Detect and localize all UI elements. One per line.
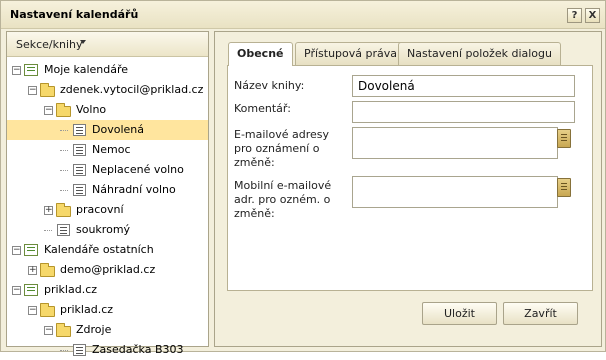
calendar-tree: − Moje kalendáře − zdenek.vytocil@priklad.c… bbox=[7, 57, 208, 356]
address-book-icon[interactable] bbox=[557, 129, 571, 148]
close-window-button[interactable]: X bbox=[585, 8, 600, 23]
title-bar: Nastavení kalendářů ? X bbox=[1, 1, 605, 29]
tree-node[interactable]: − priklad.cz bbox=[7, 280, 208, 300]
tree-node[interactable]: − Volno bbox=[7, 100, 208, 120]
tab-access-rights[interactable]: Přístupová práva bbox=[295, 42, 406, 65]
tree-node[interactable]: − priklad.cz bbox=[7, 300, 208, 320]
collapse-icon[interactable]: − bbox=[28, 86, 37, 95]
tree-node[interactable]: Zasedačka B303 bbox=[7, 340, 208, 360]
collapse-icon[interactable]: − bbox=[28, 306, 37, 315]
collapse-icon[interactable]: − bbox=[12, 66, 21, 75]
calendar-icon bbox=[73, 184, 86, 196]
tree-node-label: soukromý bbox=[76, 223, 131, 236]
sections-header[interactable]: Sekce/knihy bbox=[7, 32, 208, 57]
tree-node-label: priklad.cz bbox=[44, 283, 98, 296]
tree-node-label: Náhradní volno bbox=[92, 183, 176, 196]
tree-node-label: Neplacené volno bbox=[92, 163, 184, 176]
tree-connector bbox=[60, 350, 68, 351]
tree-node[interactable]: − zdenek.vytocil@priklad.cz bbox=[7, 80, 208, 100]
tree-node-label: zdenek.vytocil@priklad.cz bbox=[60, 83, 204, 96]
save-button[interactable]: Uložit bbox=[422, 302, 497, 325]
folder-icon bbox=[56, 203, 71, 217]
folder-icon bbox=[56, 103, 71, 117]
tree-node-label: pracovní bbox=[76, 203, 124, 216]
folder-icon bbox=[40, 83, 55, 97]
tree-connector bbox=[60, 130, 68, 131]
calendar-icon bbox=[57, 224, 70, 236]
mobile-notify-label: Mobilní e-mailové adr. pro ozném. o změn… bbox=[234, 179, 332, 220]
sections-panel: Sekce/knihy − Moje kalendáře − zdenek.vytoc… bbox=[6, 31, 209, 356]
email-notify-label: E-mailové adresy pro oznámení o změně: bbox=[234, 128, 330, 169]
sections-header-label: Sekce/knihy bbox=[16, 38, 83, 51]
book-name-input[interactable]: Dovolená bbox=[352, 75, 575, 97]
tree-node[interactable]: Neplacené volno bbox=[7, 160, 208, 180]
tree-node-label: Dovolená bbox=[92, 123, 144, 136]
comment-label: Komentář: bbox=[234, 102, 291, 115]
tree-node[interactable]: − Kalendáře ostatních bbox=[7, 240, 208, 260]
tree-node-label: priklad.cz bbox=[60, 303, 114, 316]
tree-node-label: Zasedačka B303 bbox=[92, 343, 184, 356]
calendar-icon bbox=[73, 124, 86, 136]
tree-node-label: Moje kalendáře bbox=[44, 63, 129, 76]
book-name-label: Název knihy: bbox=[234, 79, 305, 92]
help-button[interactable]: ? bbox=[567, 8, 582, 23]
expand-icon[interactable]: + bbox=[28, 266, 37, 275]
calendar-icon bbox=[73, 164, 86, 176]
tree-connector bbox=[60, 190, 68, 191]
settings-dialog: Nastavení kalendářů ? X Sekce/knihy − Moj… bbox=[0, 0, 606, 356]
tree-node-label: demo@priklad.cz bbox=[60, 263, 156, 276]
tree-connector bbox=[60, 170, 68, 171]
tree-node[interactable]: + demo@priklad.cz bbox=[7, 260, 208, 280]
expand-icon[interactable]: + bbox=[44, 206, 53, 215]
calendar-group-icon bbox=[24, 244, 38, 256]
collapse-icon[interactable]: − bbox=[12, 246, 21, 255]
tree-node[interactable]: − Zdroje bbox=[7, 320, 208, 340]
tab-general[interactable]: Obecné bbox=[228, 42, 293, 66]
collapse-icon[interactable]: − bbox=[44, 326, 53, 335]
calendar-group-icon bbox=[24, 64, 38, 76]
tree-node-label: Kalendáře ostatních bbox=[44, 243, 154, 256]
mobile-notify-input[interactable] bbox=[352, 176, 558, 208]
calendar-icon bbox=[73, 344, 86, 356]
comment-input[interactable] bbox=[352, 101, 575, 123]
calendar-icon bbox=[73, 144, 86, 156]
email-notify-input[interactable] bbox=[352, 127, 558, 159]
folder-icon bbox=[40, 303, 55, 317]
tree-node-label: Zdroje bbox=[76, 323, 112, 336]
settings-panel: Obecné Přístupová práva Nastavení polože… bbox=[214, 31, 602, 347]
close-button[interactable]: Zavřít bbox=[503, 302, 578, 325]
chevron-down-icon bbox=[80, 40, 86, 44]
address-book-icon[interactable] bbox=[557, 178, 571, 197]
tree-node[interactable]: + pracovní bbox=[7, 200, 208, 220]
tree-node[interactable]: soukromý bbox=[7, 220, 208, 240]
tree-node-label: Nemoc bbox=[92, 143, 131, 156]
tree-node-label: Volno bbox=[76, 103, 107, 116]
collapse-icon[interactable]: − bbox=[12, 286, 21, 295]
collapse-icon[interactable]: − bbox=[44, 106, 53, 115]
tree-node[interactable]: Nemoc bbox=[7, 140, 208, 160]
tree-connector bbox=[44, 230, 52, 231]
tree-node[interactable]: Dovolená bbox=[7, 120, 208, 140]
tab-dialog-item-settings[interactable]: Nastavení položek dialogu bbox=[398, 42, 561, 65]
folder-icon bbox=[40, 263, 55, 277]
folder-icon bbox=[56, 323, 71, 337]
dialog-title: Nastavení kalendářů bbox=[10, 8, 139, 21]
tree-node[interactable]: − Moje kalendáře bbox=[7, 60, 208, 80]
tree-node[interactable]: Náhradní volno bbox=[7, 180, 208, 200]
tree-connector bbox=[60, 150, 68, 151]
calendar-group-icon bbox=[24, 284, 38, 296]
general-tab-content: Název knihy: Dovolená Komentář: E-mailov… bbox=[227, 65, 593, 291]
